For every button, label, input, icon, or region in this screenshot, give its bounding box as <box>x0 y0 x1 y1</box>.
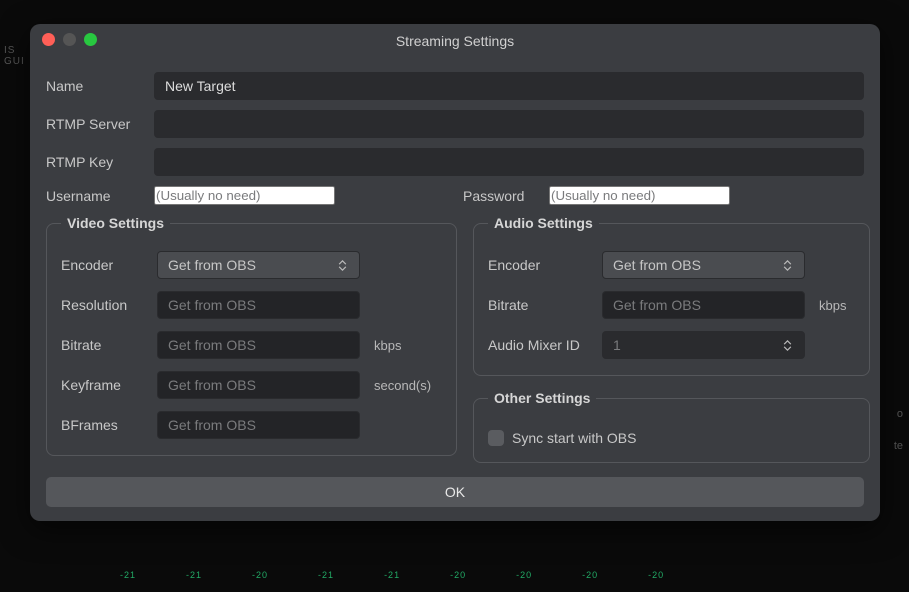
video-keyframe-unit: second(s) <box>370 378 442 393</box>
other-settings-group: Other Settings Sync start with OBS <box>473 390 870 463</box>
audio-encoder-label: Encoder <box>488 257 592 273</box>
video-bitrate-label: Bitrate <box>61 337 147 353</box>
zoom-window-button[interactable] <box>84 33 97 46</box>
name-input[interactable] <box>154 72 864 100</box>
dialog-title: Streaming Settings <box>30 33 880 49</box>
other-settings-legend: Other Settings <box>488 390 596 406</box>
video-resolution-label: Resolution <box>61 297 147 313</box>
close-window-button[interactable] <box>42 33 55 46</box>
streaming-settings-dialog: Streaming Settings Name RTMP Server RTMP… <box>30 24 880 521</box>
video-bframes-input[interactable] <box>157 411 360 439</box>
minimize-window-button[interactable] <box>63 33 76 46</box>
video-bitrate-input[interactable] <box>157 331 360 359</box>
video-encoder-select[interactable]: Get from OBS <box>157 251 360 279</box>
titlebar: Streaming Settings <box>30 24 880 58</box>
video-encoder-label: Encoder <box>61 257 147 273</box>
chevron-updown-icon <box>335 260 349 271</box>
rtmp-key-input[interactable] <box>154 148 864 176</box>
audio-settings-group: Audio Settings Encoder Get from OBS Bitr… <box>473 215 870 376</box>
password-input[interactable] <box>549 186 730 205</box>
audio-mixer-value: 1 <box>613 337 621 353</box>
rtmp-server-input[interactable] <box>154 110 864 138</box>
audio-mixer-label: Audio Mixer ID <box>488 337 592 353</box>
video-bitrate-unit: kbps <box>370 338 442 353</box>
ok-button[interactable]: OK <box>46 477 864 507</box>
audio-bitrate-unit: kbps <box>815 298 855 313</box>
rtmp-key-label: RTMP Key <box>46 154 142 170</box>
chevron-updown-icon <box>780 340 794 351</box>
name-label: Name <box>46 78 142 94</box>
video-keyframe-input[interactable] <box>157 371 360 399</box>
rtmp-server-label: RTMP Server <box>46 116 142 132</box>
audio-settings-legend: Audio Settings <box>488 215 599 231</box>
video-keyframe-label: Keyframe <box>61 377 147 393</box>
sync-start-label: Sync start with OBS <box>512 430 636 446</box>
password-label: Password <box>463 188 537 204</box>
audio-bitrate-input[interactable] <box>602 291 805 319</box>
sync-start-checkbox[interactable] <box>488 430 504 446</box>
window-controls <box>42 33 97 46</box>
audio-encoder-select[interactable]: Get from OBS <box>602 251 805 279</box>
video-resolution-input[interactable] <box>157 291 360 319</box>
video-bframes-label: BFrames <box>61 417 147 433</box>
video-settings-group: Video Settings Encoder Get from OBS Reso… <box>46 215 457 456</box>
audio-mixer-select[interactable]: 1 <box>602 331 805 359</box>
username-input[interactable] <box>154 186 335 205</box>
audio-bitrate-label: Bitrate <box>488 297 592 313</box>
video-encoder-value: Get from OBS <box>168 257 256 273</box>
username-label: Username <box>46 188 142 204</box>
video-settings-legend: Video Settings <box>61 215 170 231</box>
chevron-updown-icon <box>780 260 794 271</box>
audio-encoder-value: Get from OBS <box>613 257 701 273</box>
